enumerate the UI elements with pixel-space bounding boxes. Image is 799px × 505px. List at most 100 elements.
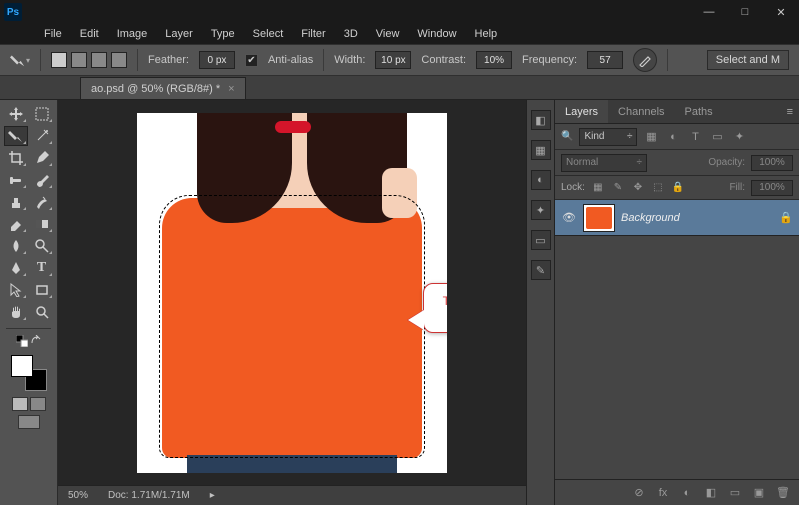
new-group-icon[interactable]: ▭	[727, 485, 743, 501]
tab-channels[interactable]: Channels	[608, 100, 674, 123]
layer-fx-icon[interactable]: fx	[655, 485, 671, 501]
fill-adjustment-icon[interactable]: ◧	[703, 485, 719, 501]
document-close-icon[interactable]: ×	[228, 83, 234, 95]
menu-image[interactable]: Image	[109, 26, 156, 42]
menu-window[interactable]: Window	[409, 26, 464, 42]
maximize-button[interactable]: □	[731, 3, 759, 21]
current-tool-icon[interactable]: ▾	[10, 50, 30, 70]
collapsed-panel-libraries-icon[interactable]: ▭	[531, 230, 551, 250]
hand-tool-icon[interactable]	[4, 302, 28, 322]
collapsed-panel-color-icon[interactable]: ◧	[531, 110, 551, 130]
width-input[interactable]: 10 px	[375, 51, 411, 69]
tab-layers[interactable]: Layers	[555, 100, 608, 123]
eyedropper-tool-icon[interactable]	[30, 148, 54, 168]
menu-type[interactable]: Type	[203, 26, 243, 42]
new-layer-icon[interactable]: ▣	[751, 485, 767, 501]
layer-name[interactable]: Background	[621, 212, 680, 224]
collapsed-panel-adjustments-icon[interactable]: ◐	[531, 170, 551, 190]
zoom-tool-icon[interactable]	[30, 302, 54, 322]
fill-label: Fill:	[729, 182, 745, 193]
tab-paths[interactable]: Paths	[675, 100, 723, 123]
screen-mode-icon[interactable]	[18, 415, 40, 429]
fill-input[interactable]: 100%	[751, 180, 793, 196]
collapsed-panel-styles-icon[interactable]: ✦	[531, 200, 551, 220]
eraser-tool-icon[interactable]	[4, 214, 28, 234]
filter-pixel-icon[interactable]: ▦	[643, 129, 659, 145]
selection-add-icon[interactable]	[71, 52, 87, 68]
menu-edit[interactable]: Edit	[72, 26, 107, 42]
lasso-tool-icon[interactable]	[4, 126, 28, 146]
contrast-input[interactable]: 10%	[476, 51, 512, 69]
foreground-color-swatch[interactable]	[11, 355, 33, 377]
lock-all-icon[interactable]: 🔒	[671, 181, 685, 195]
collapsed-panel-brushes-icon[interactable]: ✎	[531, 260, 551, 280]
lock-artboard-icon[interactable]: ⬚	[651, 181, 665, 195]
select-and-mask-button[interactable]: Select and M	[707, 50, 789, 70]
type-tool-icon[interactable]: T	[30, 258, 54, 278]
layer-visibility-icon[interactable]: 👁	[561, 210, 577, 226]
status-bar: 50% Doc: 1.71M/1.71M ▸	[58, 485, 526, 505]
brush-tool-icon[interactable]	[30, 170, 54, 190]
feather-input[interactable]: 0 px	[199, 51, 235, 69]
frequency-input[interactable]: 57	[587, 51, 623, 69]
path-selection-tool-icon[interactable]	[4, 280, 28, 300]
foreground-background-colors[interactable]	[11, 355, 47, 391]
lock-pixels-icon[interactable]: ✎	[611, 181, 625, 195]
doc-info-arrow-icon[interactable]: ▸	[210, 490, 215, 501]
antialias-checkbox[interactable]: ✔	[245, 54, 258, 67]
rectangle-tool-icon[interactable]	[30, 280, 54, 300]
lock-transparent-icon[interactable]: ▦	[591, 181, 605, 195]
move-tool-icon[interactable]	[4, 104, 28, 124]
opacity-input[interactable]: 100%	[751, 155, 793, 171]
filter-shape-icon[interactable]: ▭	[709, 129, 725, 145]
canvas[interactable]: Tạo vùng chọn chiếc áo, và nhấn Ctrl+J	[58, 100, 526, 485]
lock-position-icon[interactable]: ✥	[631, 181, 645, 195]
filter-adjustment-icon[interactable]: ◐	[665, 129, 681, 145]
quickmask-mode-icon[interactable]	[30, 397, 46, 411]
selection-subtract-icon[interactable]	[91, 52, 107, 68]
link-layers-icon[interactable]: ⊘	[631, 485, 647, 501]
menu-file[interactable]: File	[36, 26, 70, 42]
titlebar: Ps — □ ✕	[0, 0, 799, 24]
default-colors-icon[interactable]	[16, 335, 28, 347]
filter-type-icon[interactable]: T	[687, 129, 703, 145]
blend-mode-select[interactable]: Normal÷	[561, 154, 647, 172]
selection-intersect-icon[interactable]	[111, 52, 127, 68]
doc-info[interactable]: Doc: 1.71M/1.71M	[108, 490, 190, 501]
dodge-tool-icon[interactable]	[30, 236, 54, 256]
minimize-button[interactable]: —	[695, 3, 723, 21]
filter-kind-select[interactable]: Kind÷	[579, 128, 637, 146]
gradient-tool-icon[interactable]	[30, 214, 54, 234]
marquee-tool-icon[interactable]	[30, 104, 54, 124]
magic-wand-tool-icon[interactable]	[30, 126, 54, 146]
menu-filter[interactable]: Filter	[293, 26, 333, 42]
history-brush-tool-icon[interactable]	[30, 192, 54, 212]
layer-thumbnail[interactable]	[583, 204, 615, 232]
delete-layer-icon[interactable]: 🗑	[775, 485, 791, 501]
healing-brush-tool-icon[interactable]	[4, 170, 28, 190]
layer-row[interactable]: 👁 Background 🔒	[555, 200, 799, 236]
standard-mode-icon[interactable]	[12, 397, 28, 411]
panel-menu-icon[interactable]: ≡	[781, 106, 799, 118]
close-button[interactable]: ✕	[767, 3, 795, 21]
layer-mask-icon[interactable]: ◐	[679, 485, 695, 501]
right-panels: Layers Channels Paths ≡ 🔍 Kind÷ ▦ ◐ T ▭ …	[554, 100, 799, 505]
collapsed-panel-swatches-icon[interactable]: ▦	[531, 140, 551, 160]
menu-3d[interactable]: 3D	[336, 26, 366, 42]
clone-stamp-tool-icon[interactable]	[4, 192, 28, 212]
contrast-label: Contrast:	[421, 54, 466, 66]
swap-colors-icon[interactable]	[30, 335, 42, 347]
zoom-level[interactable]: 50%	[68, 490, 88, 501]
crop-tool-icon[interactable]	[4, 148, 28, 168]
frequency-label: Frequency:	[522, 54, 577, 66]
selection-new-icon[interactable]	[51, 52, 67, 68]
menu-layer[interactable]: Layer	[157, 26, 201, 42]
menu-select[interactable]: Select	[245, 26, 292, 42]
filter-smart-icon[interactable]: ✦	[731, 129, 747, 145]
pen-tool-icon[interactable]	[4, 258, 28, 278]
pen-pressure-icon[interactable]	[633, 48, 657, 72]
menu-help[interactable]: Help	[467, 26, 506, 42]
blur-tool-icon[interactable]	[4, 236, 28, 256]
document-tab[interactable]: ao.psd @ 50% (RGB/8#) * ×	[80, 77, 246, 99]
menu-view[interactable]: View	[368, 26, 408, 42]
